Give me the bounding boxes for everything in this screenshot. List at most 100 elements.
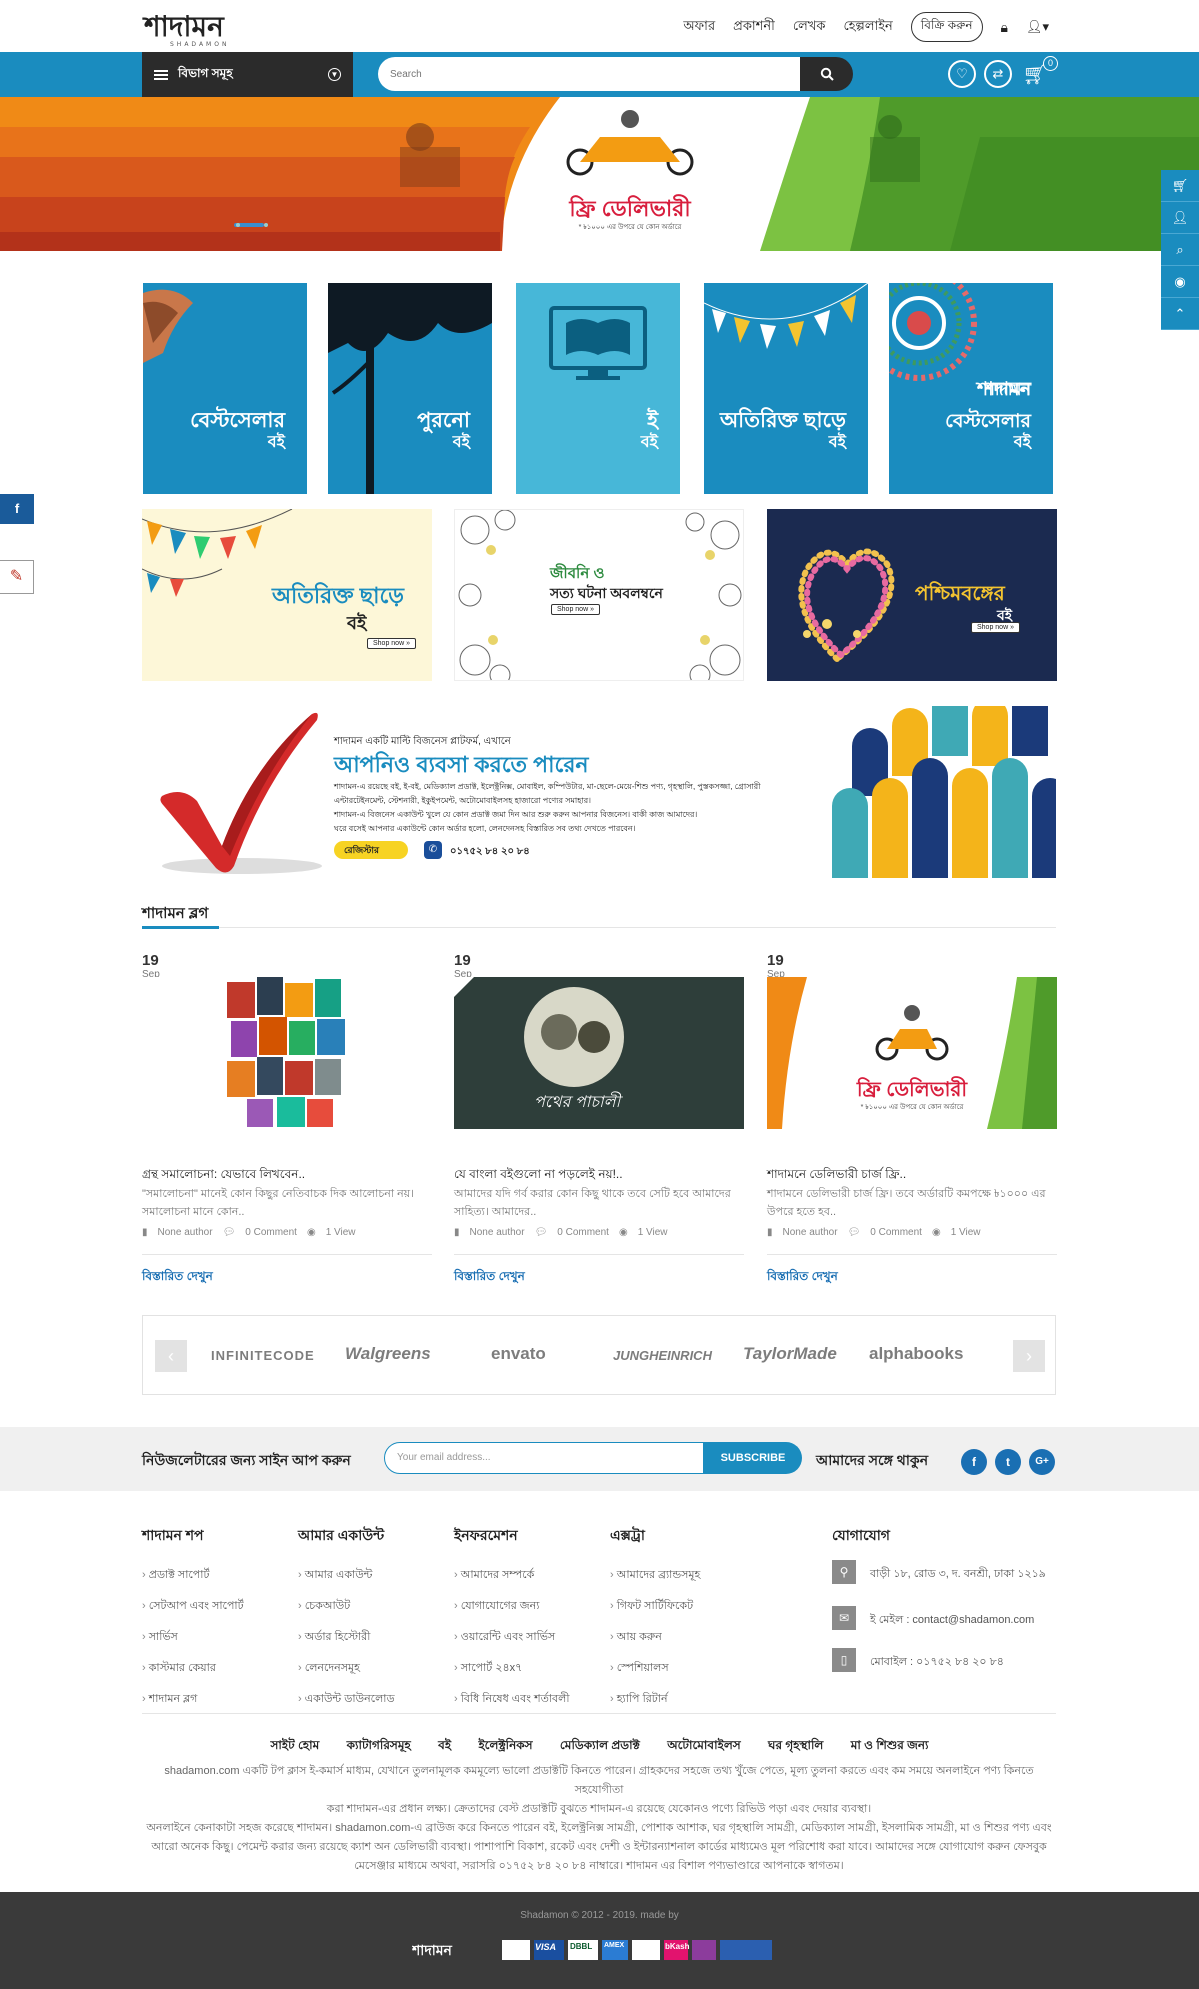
- search-input[interactable]: [378, 57, 801, 91]
- footer-link[interactable]: ওয়ারেন্টি এবং সার্ভিস: [454, 1628, 570, 1647]
- footer-nav-link[interactable]: মেডিক্যাল প্রডাক্ট: [560, 1738, 640, 1752]
- nav-publisher[interactable]: প্রকাশনী: [733, 17, 775, 38]
- blog-post: 19 Sep ফ্রি ডেলিভারী * ৳১০০০ এর উপরে যে …: [767, 952, 1057, 1283]
- search-button[interactable]: [800, 57, 853, 91]
- user-icon[interactable]: 👤︎: [1161, 202, 1199, 234]
- brand-logo[interactable]: alphabooks: [869, 1344, 963, 1364]
- nav-offer[interactable]: অফার: [683, 17, 715, 38]
- post-image[interactable]: ফ্রি ডেলিভারী * ৳১০০০ এর উপরে যে কোন অর্…: [767, 977, 1057, 1129]
- category-tile-ebook[interactable]: ই বই: [516, 283, 680, 494]
- chevron-left-icon[interactable]: ‹: [155, 1340, 187, 1372]
- read-more-link[interactable]: বিস্তারিত দেখুন: [454, 1268, 525, 1288]
- blog-post: 19 Sep পথের পাচালী যে বাংলা বইগুলো না পড…: [454, 952, 744, 1283]
- footer-link[interactable]: একাউন্ট ডাউনলোড: [298, 1690, 395, 1709]
- footer-nav-link[interactable]: ইলেক্ট্রনিকস: [478, 1738, 532, 1752]
- banner-biography[interactable]: জীবনি ও সত্য ঘটনা অবলম্বনে Shop now »: [454, 509, 744, 681]
- blog-section-title: শাদামন ব্লগ: [142, 905, 209, 922]
- contact-phone[interactable]: মোবাইল : ০১৭৫২ ৮৪ ২০ ৮৪: [870, 1653, 1004, 1672]
- shop-now-button[interactable]: Shop now »: [971, 622, 1020, 633]
- footer-nav-link[interactable]: বই: [438, 1738, 451, 1752]
- facebook-tab-icon[interactable]: f: [0, 494, 34, 524]
- footer-link[interactable]: প্রডাক্ট সাপোর্ট: [142, 1566, 244, 1585]
- footer-link[interactable]: আমাদের সম্পর্কে: [454, 1566, 570, 1585]
- compare-icon[interactable]: ⇄: [984, 60, 1012, 88]
- departments-menu[interactable]: বিভাগ সমূহ ▼: [142, 52, 353, 97]
- footer-link[interactable]: সাপোর্ট ২৪x৭: [454, 1659, 570, 1678]
- divider: [142, 927, 1056, 928]
- brand-logo[interactable]: envato: [491, 1344, 546, 1364]
- eye-icon[interactable]: ◉: [1161, 266, 1199, 298]
- site-logo[interactable]: শাদামন SHADAMON: [142, 6, 272, 48]
- footer-nav-link[interactable]: অটোমোবাইলস: [667, 1738, 740, 1752]
- footer-link[interactable]: সার্ভিস: [142, 1628, 244, 1647]
- nav-author[interactable]: লেখক: [793, 17, 826, 38]
- copyright: Shadamon © 2012 - 2019. made by: [520, 1910, 679, 1921]
- google-plus-icon[interactable]: G+: [1029, 1449, 1055, 1475]
- banner-west-bengal[interactable]: পশ্চিমবঙ্গের বই Shop now »: [767, 509, 1057, 681]
- subscribe-button[interactable]: SUBSCRIBE: [704, 1442, 802, 1474]
- category-tile-old-books[interactable]: পুরনো বই: [328, 283, 492, 494]
- notes-tab-icon[interactable]: ✎: [0, 560, 34, 594]
- register-button[interactable]: রেজিস্টার: [334, 841, 408, 859]
- post-title[interactable]: গ্রন্থ সমালোচনা: যেভাবে লিখবেন..: [142, 1166, 432, 1186]
- footer-link[interactable]: লেনদেনসমূহ: [298, 1659, 395, 1678]
- footer-link[interactable]: সেটআপ এবং সাপোর্ট: [142, 1597, 244, 1616]
- read-more-link[interactable]: বিস্তারিত দেখুন: [767, 1268, 838, 1288]
- footer-link[interactable]: যোগাযোগের জন্য: [454, 1597, 570, 1616]
- divider: [142, 1713, 1056, 1714]
- footer-link[interactable]: আমাদের ব্র্যান্ডসমূহ: [610, 1566, 701, 1585]
- post-title[interactable]: যে বাংলা বইগুলো না পড়লেই নয়!..: [454, 1166, 744, 1186]
- post-image[interactable]: [142, 977, 432, 1129]
- contact-email[interactable]: ই মেইল : contact@shadamon.com: [870, 1611, 1034, 1630]
- footer-link[interactable]: হ্যাপি রিটার্ন: [610, 1690, 700, 1709]
- user-menu-icon[interactable]: 👤︎▾: [1026, 19, 1049, 35]
- newsletter-email-input[interactable]: Your email address...: [384, 1442, 704, 1474]
- footer-nav-link[interactable]: ক্যাটাগরিসমূহ: [347, 1738, 411, 1752]
- footer-nav-link[interactable]: মা ও শিশুর জন্য: [851, 1738, 929, 1752]
- visa-label: VISA: [535, 1942, 557, 1952]
- footer-link[interactable]: বিধি নিষেধ এবং শর্তাবলী: [454, 1690, 570, 1709]
- scroll-top-icon[interactable]: ⌃: [1161, 298, 1199, 330]
- wishlist-heart-icon[interactable]: ♡: [948, 60, 976, 88]
- sell-button[interactable]: বিক্রি করুন: [910, 12, 983, 42]
- brand-logo[interactable]: TaylorMade: [743, 1344, 837, 1364]
- shop-now-button[interactable]: Shop now »: [367, 638, 416, 649]
- dbbl-label: DBBL: [570, 1942, 593, 1951]
- author-icon: ▮: [142, 1227, 148, 1238]
- footer-link[interactable]: কাস্টমার কেয়ার: [142, 1659, 244, 1678]
- footer-column-information: ইনফরমেশন আমাদের সম্পর্কে যোগাযোগের জন্য …: [454, 1524, 570, 1721]
- hero-slider[interactable]: ফ্রি ডেলিভারী * ৳১০০০ এর উপরে যে কোন অর্…: [0, 97, 1199, 251]
- footer-link[interactable]: আয় করুন: [610, 1628, 700, 1647]
- tile-title: শাদামন বেস্টসেলার: [945, 379, 1031, 432]
- footer-column-shop: শাদামন শপ প্রডাক্ট সাপোর্ট সেটআপ এবং সাপ…: [142, 1524, 244, 1721]
- nav-helpline[interactable]: হেল্পলাইন: [843, 17, 892, 38]
- lock-icon[interactable]: 🔒︎: [1001, 19, 1008, 36]
- footer-link[interactable]: চেকআউট: [298, 1597, 395, 1616]
- post-title[interactable]: শাদামনে ডেলিভারী চার্জ ফ্রি..: [767, 1166, 1057, 1186]
- footer-link[interactable]: স্পেশিয়ালস: [610, 1659, 700, 1678]
- brand-logo[interactable]: Walgreens: [345, 1344, 431, 1364]
- post-meta: ▮ None author 💬︎ 0 Comment ◉ 1 View: [454, 1227, 668, 1238]
- post-image[interactable]: পথের পাচালী: [454, 977, 744, 1129]
- facebook-icon[interactable]: f: [961, 1449, 987, 1475]
- footer-link[interactable]: গিফট সার্টিফিকেট: [610, 1597, 700, 1616]
- twitter-icon[interactable]: t: [995, 1449, 1021, 1475]
- footer-link[interactable]: আমার একাউন্ট: [298, 1566, 395, 1585]
- category-tile-bestseller[interactable]: বেস্টসেলার বই: [143, 283, 307, 494]
- brand-logo[interactable]: JUNGHEINRICH: [613, 1348, 712, 1363]
- footer-link[interactable]: শাদামন ব্লগ: [142, 1690, 244, 1709]
- footer-link[interactable]: অর্ডার হিস্টোরী: [298, 1628, 395, 1647]
- footer-nav-link[interactable]: ঘর গৃহস্থালি: [768, 1738, 823, 1752]
- shop-now-button[interactable]: Shop now »: [551, 604, 600, 615]
- footer-nav-link[interactable]: সাইট হোম: [270, 1738, 319, 1752]
- search-icon[interactable]: ⌕: [1161, 234, 1199, 266]
- read-more-link[interactable]: বিস্তারিত দেখুন: [142, 1268, 213, 1288]
- category-tile-shadamon-bestseller[interactable]: শাদামন শাদামন বেস্টসেলার বই: [889, 283, 1053, 494]
- mobile-icon: ▯: [832, 1648, 856, 1672]
- cart-icon[interactable]: 🛒︎: [1161, 170, 1199, 202]
- chevron-right-icon[interactable]: ›: [1013, 1340, 1045, 1372]
- brand-logo[interactable]: INFINITECODE: [211, 1348, 315, 1363]
- search-icon: [820, 67, 834, 81]
- banner-discount-books[interactable]: অতিরিক্ত ছাড়ে বই Shop now »: [142, 509, 432, 681]
- category-tile-discount[interactable]: অতিরিক্ত ছাড়ে বই: [704, 283, 868, 494]
